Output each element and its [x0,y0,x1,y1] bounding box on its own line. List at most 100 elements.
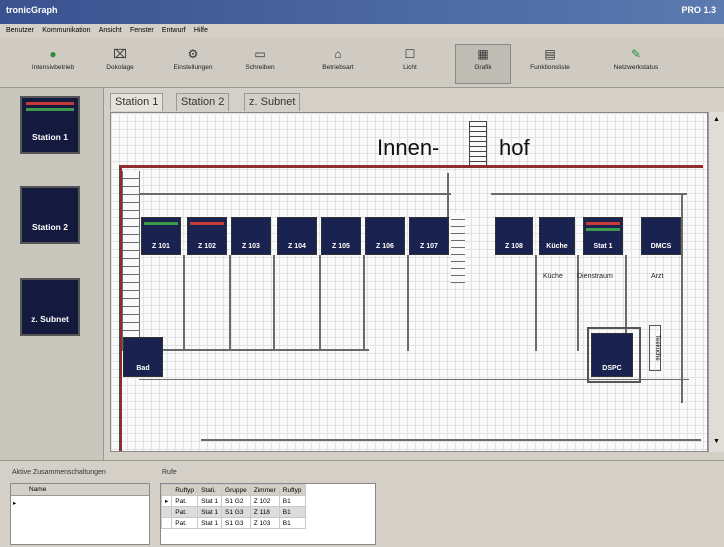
calls-table[interactable]: Ruftyp Stati. Gruppe Zimmer Ruftyp ▸ Pat… [160,483,376,545]
house-icon: ⌂ [334,47,342,61]
corridor-wall-bottom [201,439,701,441]
document-icon: ⌧ [113,47,127,61]
room-dmcs[interactable]: DMCS [641,217,681,255]
function-list-button[interactable]: ▤ Funktionsliste [517,44,583,84]
doctor-sublabel: Arzt [651,273,664,280]
vertical-scrollbar[interactable]: ▲ ▼ [708,112,724,452]
menu-item-hilfe[interactable]: Hilfe [194,24,208,38]
vertical-room-label: Teeküche [649,325,661,371]
table-cell: Z 118 [249,506,280,518]
room-z101[interactable]: Z 101 [141,217,181,255]
toolbar-label: Intensivbetrieb [31,64,75,71]
row-marker [161,484,173,496]
kitchen-sublabel: Küche [543,273,563,280]
station-label: Station 2 [32,222,68,232]
graphic-button[interactable]: ▦ Grafik [455,44,511,84]
table-cell: B1 [278,506,306,518]
calls-grid: Ruftyp Stati. Gruppe Zimmer Ruftyp ▸ Pat… [161,484,306,529]
room-kitchen[interactable]: Küche [539,217,575,255]
wall-segment-right [681,193,683,403]
table-cell: Pat. [171,506,199,518]
status-bar-red [586,222,620,225]
light-button[interactable]: ☐ Licht [382,44,438,84]
status-bar-green [586,228,620,231]
gear-icon: ⚙ [187,47,199,61]
menu-item-entwurf[interactable]: Entwurf [162,24,186,38]
wall-segment [447,173,449,217]
active-connections-list[interactable]: Name ▸ [10,483,150,545]
menu-item-fenster[interactable]: Fenster [130,24,154,38]
room-z108[interactable]: Z 108 [495,217,533,255]
room-bath[interactable]: Bad [123,337,163,377]
calls-label: Rufe [162,469,177,476]
room-label: Stat 1 [593,243,613,250]
left-stair-ladder [122,171,140,351]
row-pointer-icon: ▸ [161,495,173,507]
room-z102[interactable]: Z 102 [187,217,227,255]
tab-station-1[interactable]: Station 1 [110,93,164,111]
menu-item-kommunikation[interactable]: Kommunikation [42,24,90,38]
scroll-up-arrow-icon[interactable]: ▲ [711,116,722,126]
subnet-tile[interactable]: z. Subnet [20,278,80,336]
table-row[interactable]: Pat. Stat 1 S1 G3 Z 118 B1 [161,506,306,518]
room-label: Z 106 [376,243,394,250]
stairwell [469,121,487,167]
menu-item-benutzer[interactable]: Benutzer [6,24,34,38]
row-marker [161,506,173,518]
room-stat1[interactable]: Stat 1 [583,217,623,255]
station-1-tile[interactable]: Station 1 [20,96,80,154]
table-header-row: Ruftyp Stati. Gruppe Zimmer Ruftyp [161,484,306,496]
station-panel: Station 1 Station 2 z. Subnet [0,88,104,460]
tab-station-2[interactable]: Station 2 [176,93,230,111]
menu-item-ansicht[interactable]: Ansicht [99,24,122,38]
partition-wall [183,255,185,351]
room-label: Z 105 [332,243,350,250]
room-z105[interactable]: Z 105 [321,217,361,255]
table-row[interactable]: Pat. Stat 1 S1 G3 Z 103 B1 [161,517,306,529]
app-title: tronicGraph [6,5,58,15]
station-2-tile[interactable]: Station 2 [20,186,80,244]
partition-wall [535,255,537,351]
column-header[interactable]: Ruftyp [171,484,199,496]
floor-plan-canvas[interactable]: Innen- hof Z 101 Z 102 Z 103 Z 104 Z 105… [110,112,708,452]
column-header[interactable]: Zimmer [249,484,280,496]
table-cell: B1 [278,517,306,529]
tab-subnet[interactable]: z. Subnet [244,93,301,111]
room-label: Küche [546,243,568,250]
bottom-panel: Aktive Zusammenschaltungen Name ▸ Rufe R… [0,460,724,547]
dspc-unit[interactable]: DSPC [591,333,633,377]
settings-button[interactable]: ⚙ Einstellungen [160,44,226,84]
table-cell: B1 [278,495,306,507]
room-z103[interactable]: Z 103 [231,217,271,255]
plan-title-right: hof [499,135,530,160]
toolbar-label: Einstellungen [173,64,213,71]
room-label: Z 103 [242,243,260,250]
dokolage-button[interactable]: ⌧ Dokolage [90,44,150,84]
room-label: Z 107 [420,243,438,250]
status-bar-red [26,102,74,105]
table-row[interactable]: ▸ Pat. Stat 1 S1 G2 Z 102 B1 [161,495,306,507]
network-status-button[interactable]: ✎ Netzwerkstatus [598,44,674,84]
intensive-mode-button[interactable]: ● Intensivbetrieb [22,44,84,84]
outer-wall [119,165,703,168]
table-cell: Stat 1 [197,495,223,507]
room-label: Z 108 [505,243,523,250]
room-z107[interactable]: Z 107 [409,217,449,255]
write-button[interactable]: ▭ Schreiben [230,44,290,84]
toolbar-label: Netzwerkstatus [613,64,659,71]
column-header[interactable]: Stati. [197,484,223,496]
column-header[interactable]: Ruftyp [278,484,306,496]
station-label: z. Subnet [31,314,69,324]
list-row-pointer-icon: ▸ [13,500,17,507]
room-z106[interactable]: Z 106 [365,217,405,255]
room-label: Z 102 [198,243,216,250]
toolbar-label: Grafik [474,64,492,71]
toolbar-label: Licht [403,64,417,71]
operating-mode-button[interactable]: ⌂ Betriebsart [300,44,376,84]
partition-wall [319,255,321,351]
name-column-header[interactable]: Name [11,484,149,496]
column-header[interactable]: Gruppe [221,484,251,496]
scroll-down-arrow-icon[interactable]: ▼ [711,438,722,448]
table-cell: Stat 1 [197,506,223,518]
room-z104[interactable]: Z 104 [277,217,317,255]
